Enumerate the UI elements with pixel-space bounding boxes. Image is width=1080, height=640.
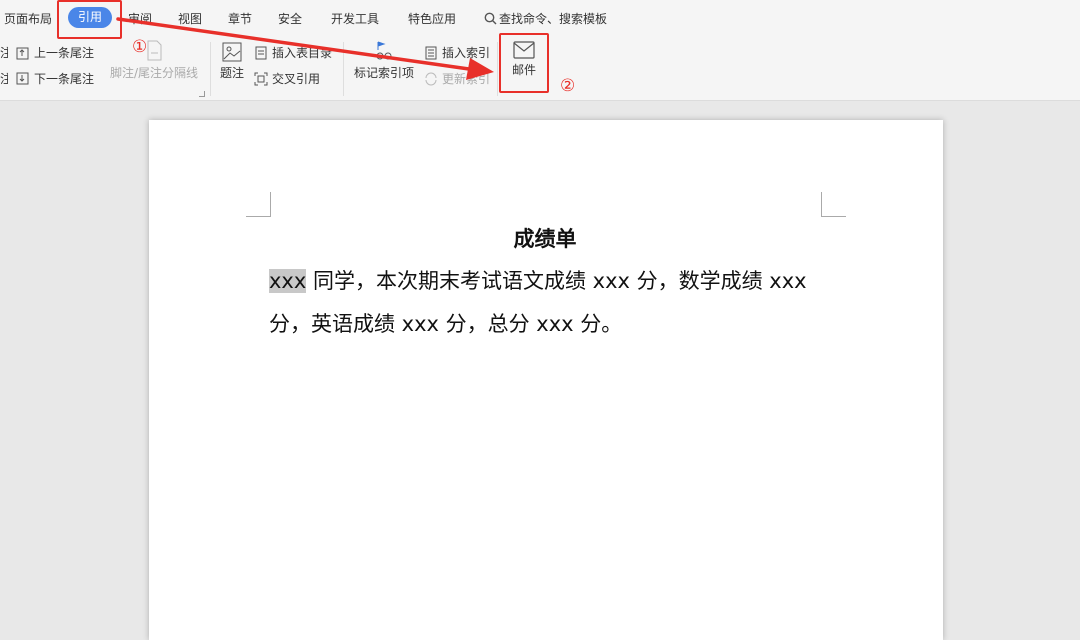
prev-endnote-button[interactable]: 上一条尾注 [16, 44, 94, 61]
tab-chapter[interactable]: 章节 [228, 10, 252, 27]
tab-page-layout[interactable]: 页面布局 [4, 10, 52, 27]
caption-image-icon [222, 42, 242, 62]
next-endnote-button[interactable]: 下一条尾注 [16, 70, 94, 87]
next-endnote-icon [16, 72, 29, 85]
mark-index-icon [376, 41, 392, 60]
footnote-partial-label: 注 [0, 46, 8, 60]
tab-security[interactable]: 安全 [278, 10, 302, 27]
mark-index-entry-button[interactable]: 标记索引项 [352, 40, 416, 81]
ribbon-separator [210, 42, 211, 96]
insert-index-button[interactable]: 插入索引 [424, 44, 490, 61]
merge-field[interactable]: xxx [269, 269, 307, 293]
highlight-box-mail-button [499, 33, 549, 93]
crop-mark-top-right [821, 192, 846, 217]
insert-index-icon [425, 46, 437, 60]
footnote-dialog-launcher[interactable] [199, 91, 205, 97]
update-index-button[interactable]: 更新索引 [424, 70, 490, 87]
step-1-marker: ① [132, 37, 148, 57]
footnote-partial-label-2: 注 [0, 72, 8, 86]
table-of-figures-icon [255, 46, 267, 60]
caption-button[interactable]: 题注 [218, 42, 246, 81]
cross-reference-icon [254, 72, 268, 86]
search-label: 查找命令、搜索模板 [499, 12, 608, 26]
search-icon [484, 12, 497, 25]
document-page[interactable]: 成绩单 xxx 同学，本次期末考试语文成绩 xxx 分，数学成绩 xxx 分，英… [149, 120, 943, 640]
step-2-marker: ② [560, 76, 576, 96]
crop-mark-top-left [246, 192, 271, 217]
cross-reference-button[interactable]: 交叉引用 [254, 70, 320, 87]
tab-developer-tools[interactable]: 开发工具 [331, 10, 379, 27]
ribbon-separator [497, 42, 498, 96]
update-index-icon [425, 72, 437, 86]
tab-special-features[interactable]: 特色应用 [408, 10, 456, 27]
ribbon-tab-bar: 页面布局 引用 审阅 视图 章节 安全 开发工具 特色应用 查找命令、搜索模板 [0, 0, 1080, 36]
highlight-box-references-tab [57, 0, 122, 39]
document-title: 成绩单 [513, 227, 577, 251]
body-text: 同学，本次期末考试语文成绩 xxx 分，数学成绩 xxx 分，英语成绩 xxx … [269, 269, 807, 336]
tab-review[interactable]: 审阅 [128, 10, 152, 27]
prev-endnote-icon [16, 47, 29, 60]
ribbon-separator [343, 42, 344, 96]
footnote-separator-button[interactable]: 脚注/尾注分隔线 [108, 40, 200, 81]
insert-table-of-figures-button[interactable]: 插入表目录 [254, 44, 332, 61]
tab-view[interactable]: 视图 [178, 10, 202, 27]
search-commands[interactable]: 查找命令、搜索模板 [484, 10, 607, 27]
document-body[interactable]: xxx 同学，本次期末考试语文成绩 xxx 分，数学成绩 xxx 分，英语成绩 … [269, 260, 829, 346]
